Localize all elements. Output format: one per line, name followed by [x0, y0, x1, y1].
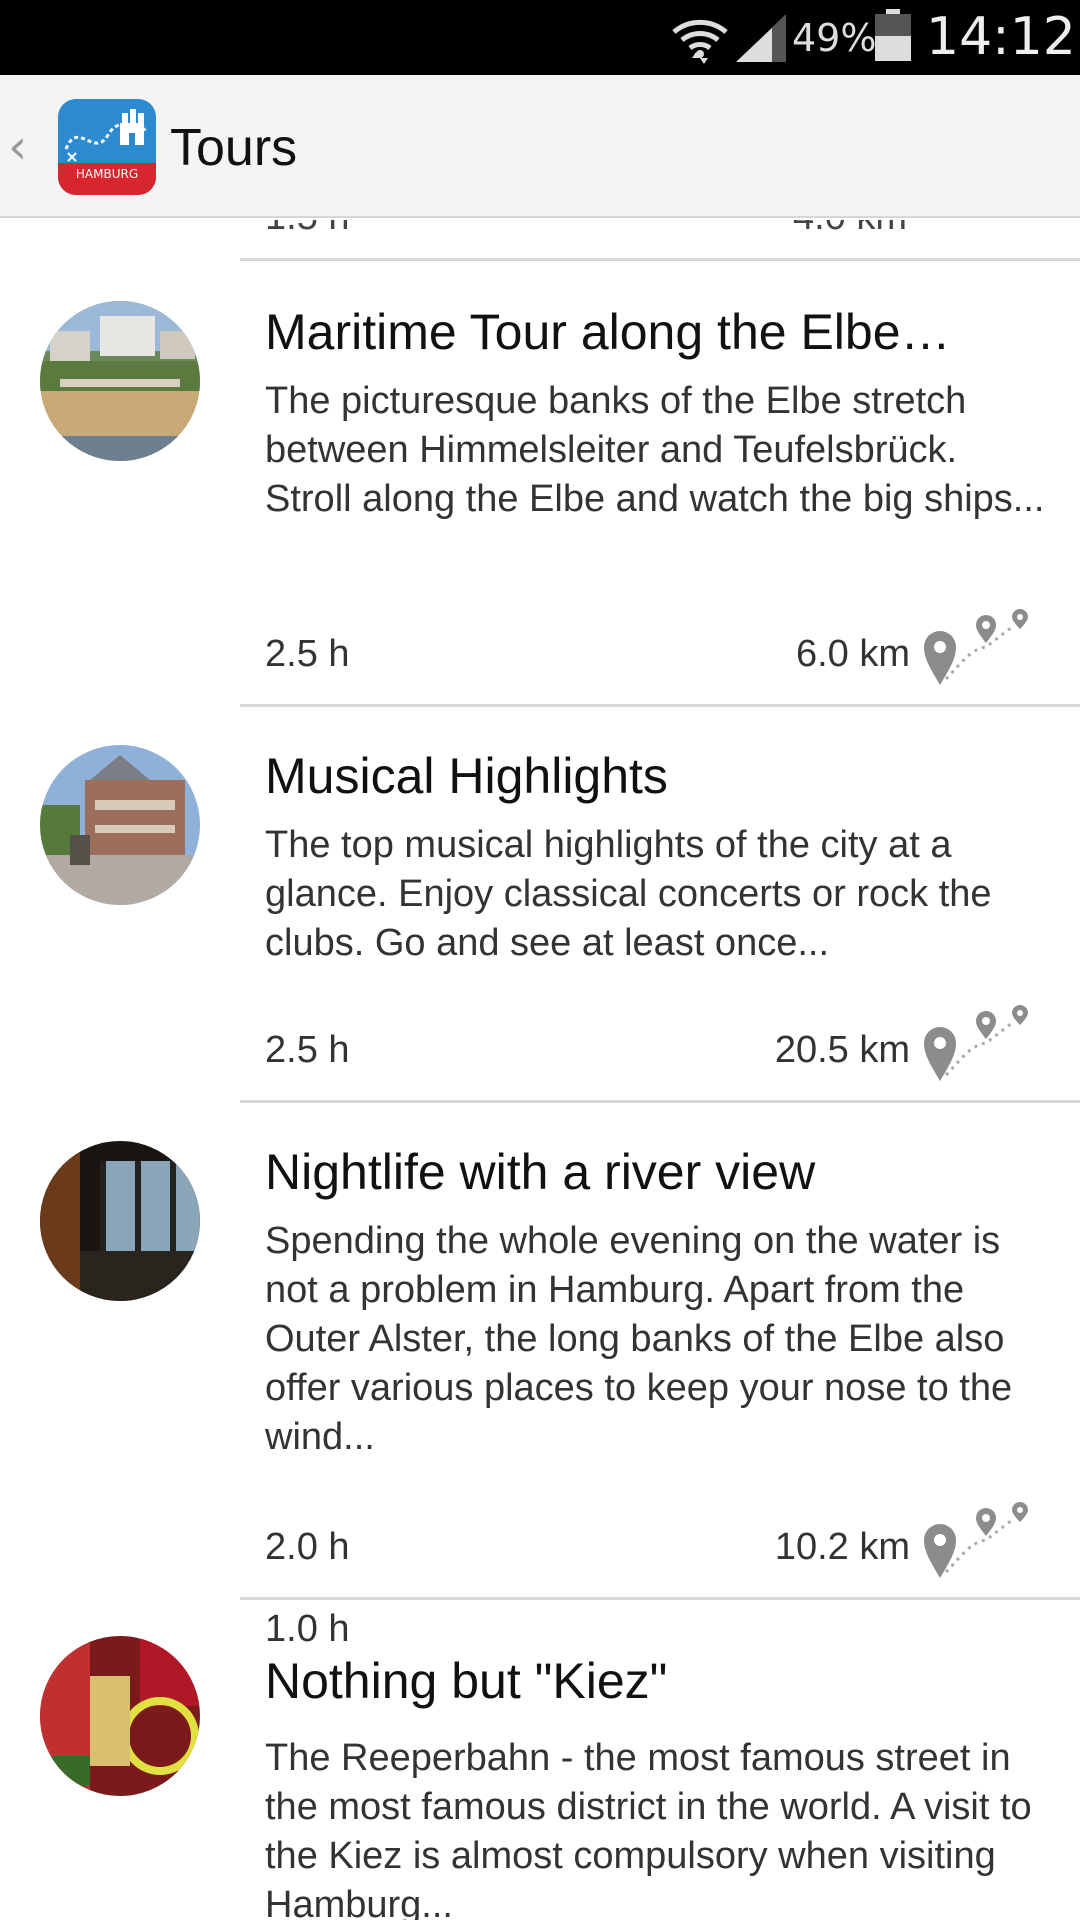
- route-icon: [924, 1005, 1028, 1081]
- page-title: Tours: [170, 119, 298, 177]
- list-item-tour[interactable]: Maritime Tour along the Elbe… The pictur…: [0, 261, 1080, 704]
- neon-sign-photo: [40, 1636, 200, 1796]
- tour-duration: 1.0 h: [265, 1608, 350, 1650]
- list-item-tour[interactable]: Musical Highlights The top musical highl…: [0, 707, 1080, 1100]
- tour-distance: 6.0 km: [795, 633, 910, 675]
- clock: 14:12: [926, 7, 1076, 67]
- tour-distance: 20.5 km: [774, 1029, 910, 1071]
- concert-hall-photo: [40, 745, 200, 905]
- tour-duration: 2.5 h: [265, 1029, 350, 1071]
- logo-text: HAMBURG: [75, 167, 139, 181]
- tour-title: Nothing but "Kiez": [265, 1653, 668, 1709]
- route-icon: [924, 1502, 1028, 1578]
- tour-description: The picturesque banks of the Elbe stretc…: [265, 380, 1045, 520]
- tour-title: Maritime Tour along the Elbe…: [265, 304, 951, 360]
- tours-list[interactable]: 1.5 h 4.0 km Maritime Tour along the Elb…: [0, 220, 1080, 1920]
- tour-title: Nightlife with a river view: [265, 1144, 816, 1200]
- chevron-left-icon[interactable]: ‹: [8, 119, 38, 175]
- tour-description: The Reeperbahn - the most famous street …: [265, 1737, 1032, 1920]
- tour-duration: 1.5 h: [265, 220, 350, 239]
- status-bar: 49% 14:12: [0, 0, 1080, 75]
- cell-signal-icon: [736, 14, 786, 62]
- battery-percent: 49%: [792, 16, 877, 60]
- battery-icon: [875, 9, 911, 61]
- list-item-partial[interactable]: 1.5 h 4.0 km: [0, 220, 1080, 256]
- list-item-tour[interactable]: 1.0 h Nothing but "Kiez" The Reeperbahn …: [0, 1600, 1080, 1920]
- tour-description: The top musical highlights of the city a…: [265, 824, 992, 964]
- tour-description: Spending the whole evening on the water …: [265, 1220, 1013, 1458]
- tour-distance: 10.2 km: [774, 1526, 910, 1568]
- action-bar: ‹ HAMBURG Tours: [0, 75, 1080, 218]
- list-item-tour[interactable]: Nightlife with a river view Spending the…: [0, 1103, 1080, 1597]
- tour-title: Musical Highlights: [265, 748, 668, 804]
- tour-distance: 4.0 km: [793, 220, 907, 239]
- tour-duration: 2.0 h: [265, 1526, 350, 1568]
- river-bar-photo: [40, 1141, 200, 1301]
- beach-photo: [40, 301, 200, 461]
- wifi-icon: [672, 19, 728, 64]
- route-icon: [924, 609, 1028, 685]
- app-logo[interactable]: HAMBURG: [58, 99, 156, 195]
- tour-duration: 2.5 h: [265, 633, 350, 675]
